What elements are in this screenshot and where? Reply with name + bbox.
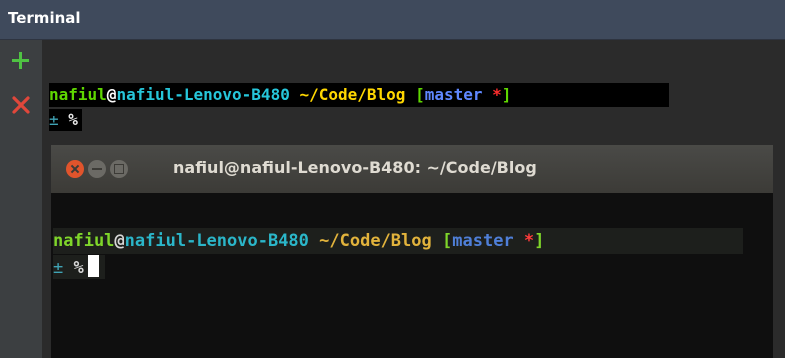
ide-prompt-line: nafiul@nafiul-Lenovo-B480 ~/Code/Blog [m… xyxy=(49,83,669,107)
terminal-body[interactable]: nafiul@nafiul-Lenovo-B480 ~/Code/Blog [m… xyxy=(51,193,773,358)
panel-title: Terminal xyxy=(8,9,81,27)
prompt-bracket-open: [ xyxy=(415,85,425,104)
prompt-branch: master xyxy=(424,85,483,104)
new-session-button[interactable] xyxy=(8,48,34,74)
prompt-plusminus: ± xyxy=(53,258,64,278)
close-session-button[interactable] xyxy=(8,92,34,118)
window-minimize-button[interactable] xyxy=(88,160,106,178)
window-titlebar[interactable]: nafiul@nafiul-Lenovo-B480: ~/Code/Blog xyxy=(51,145,773,193)
prompt-bracket-open: [ xyxy=(442,231,453,251)
gnome-terminal-window: nafiul@nafiul-Lenovo-B480: ~/Code/Blog n… xyxy=(51,145,773,358)
prompt-user: nafiul xyxy=(53,231,115,251)
prompt-dirty: * xyxy=(492,85,502,104)
prompt-symbol: % xyxy=(68,110,78,129)
prompt-path: ~/Code/Blog xyxy=(319,231,432,251)
close-icon xyxy=(12,96,30,114)
prompt-bracket-close: ] xyxy=(501,85,512,104)
terminal-panel-header: Terminal xyxy=(0,0,785,40)
prompt-bracket-close: ] xyxy=(534,231,545,251)
window-title: nafiul@nafiul-Lenovo-B480: ~/Code/Blog xyxy=(173,158,537,177)
terminal-toolbar xyxy=(0,40,43,358)
prompt-dirty: * xyxy=(523,231,535,251)
text-cursor xyxy=(87,255,99,277)
plus-icon xyxy=(12,52,29,69)
prompt-path: ~/Code/Blog xyxy=(299,85,406,104)
terminal-prompt-line: nafiul@nafiul-Lenovo-B480 ~/Code/Blog [m… xyxy=(53,228,743,254)
prompt-at: @ xyxy=(106,85,117,104)
prompt-symbol: % xyxy=(73,258,84,278)
terminal-input-line[interactable]: ± % xyxy=(53,255,105,279)
window-close-button[interactable] xyxy=(66,160,84,178)
prompt-host: nafiul-Lenovo-B480 xyxy=(116,85,290,104)
window-maximize-button[interactable] xyxy=(110,160,128,178)
prompt-plusminus: ± xyxy=(49,110,59,129)
prompt-host: nafiul-Lenovo-B480 xyxy=(124,231,309,251)
prompt-branch: master xyxy=(452,231,514,251)
prompt-user: nafiul xyxy=(49,85,107,104)
prompt-at: @ xyxy=(114,231,125,251)
ide-input-line: ± % xyxy=(49,109,82,131)
